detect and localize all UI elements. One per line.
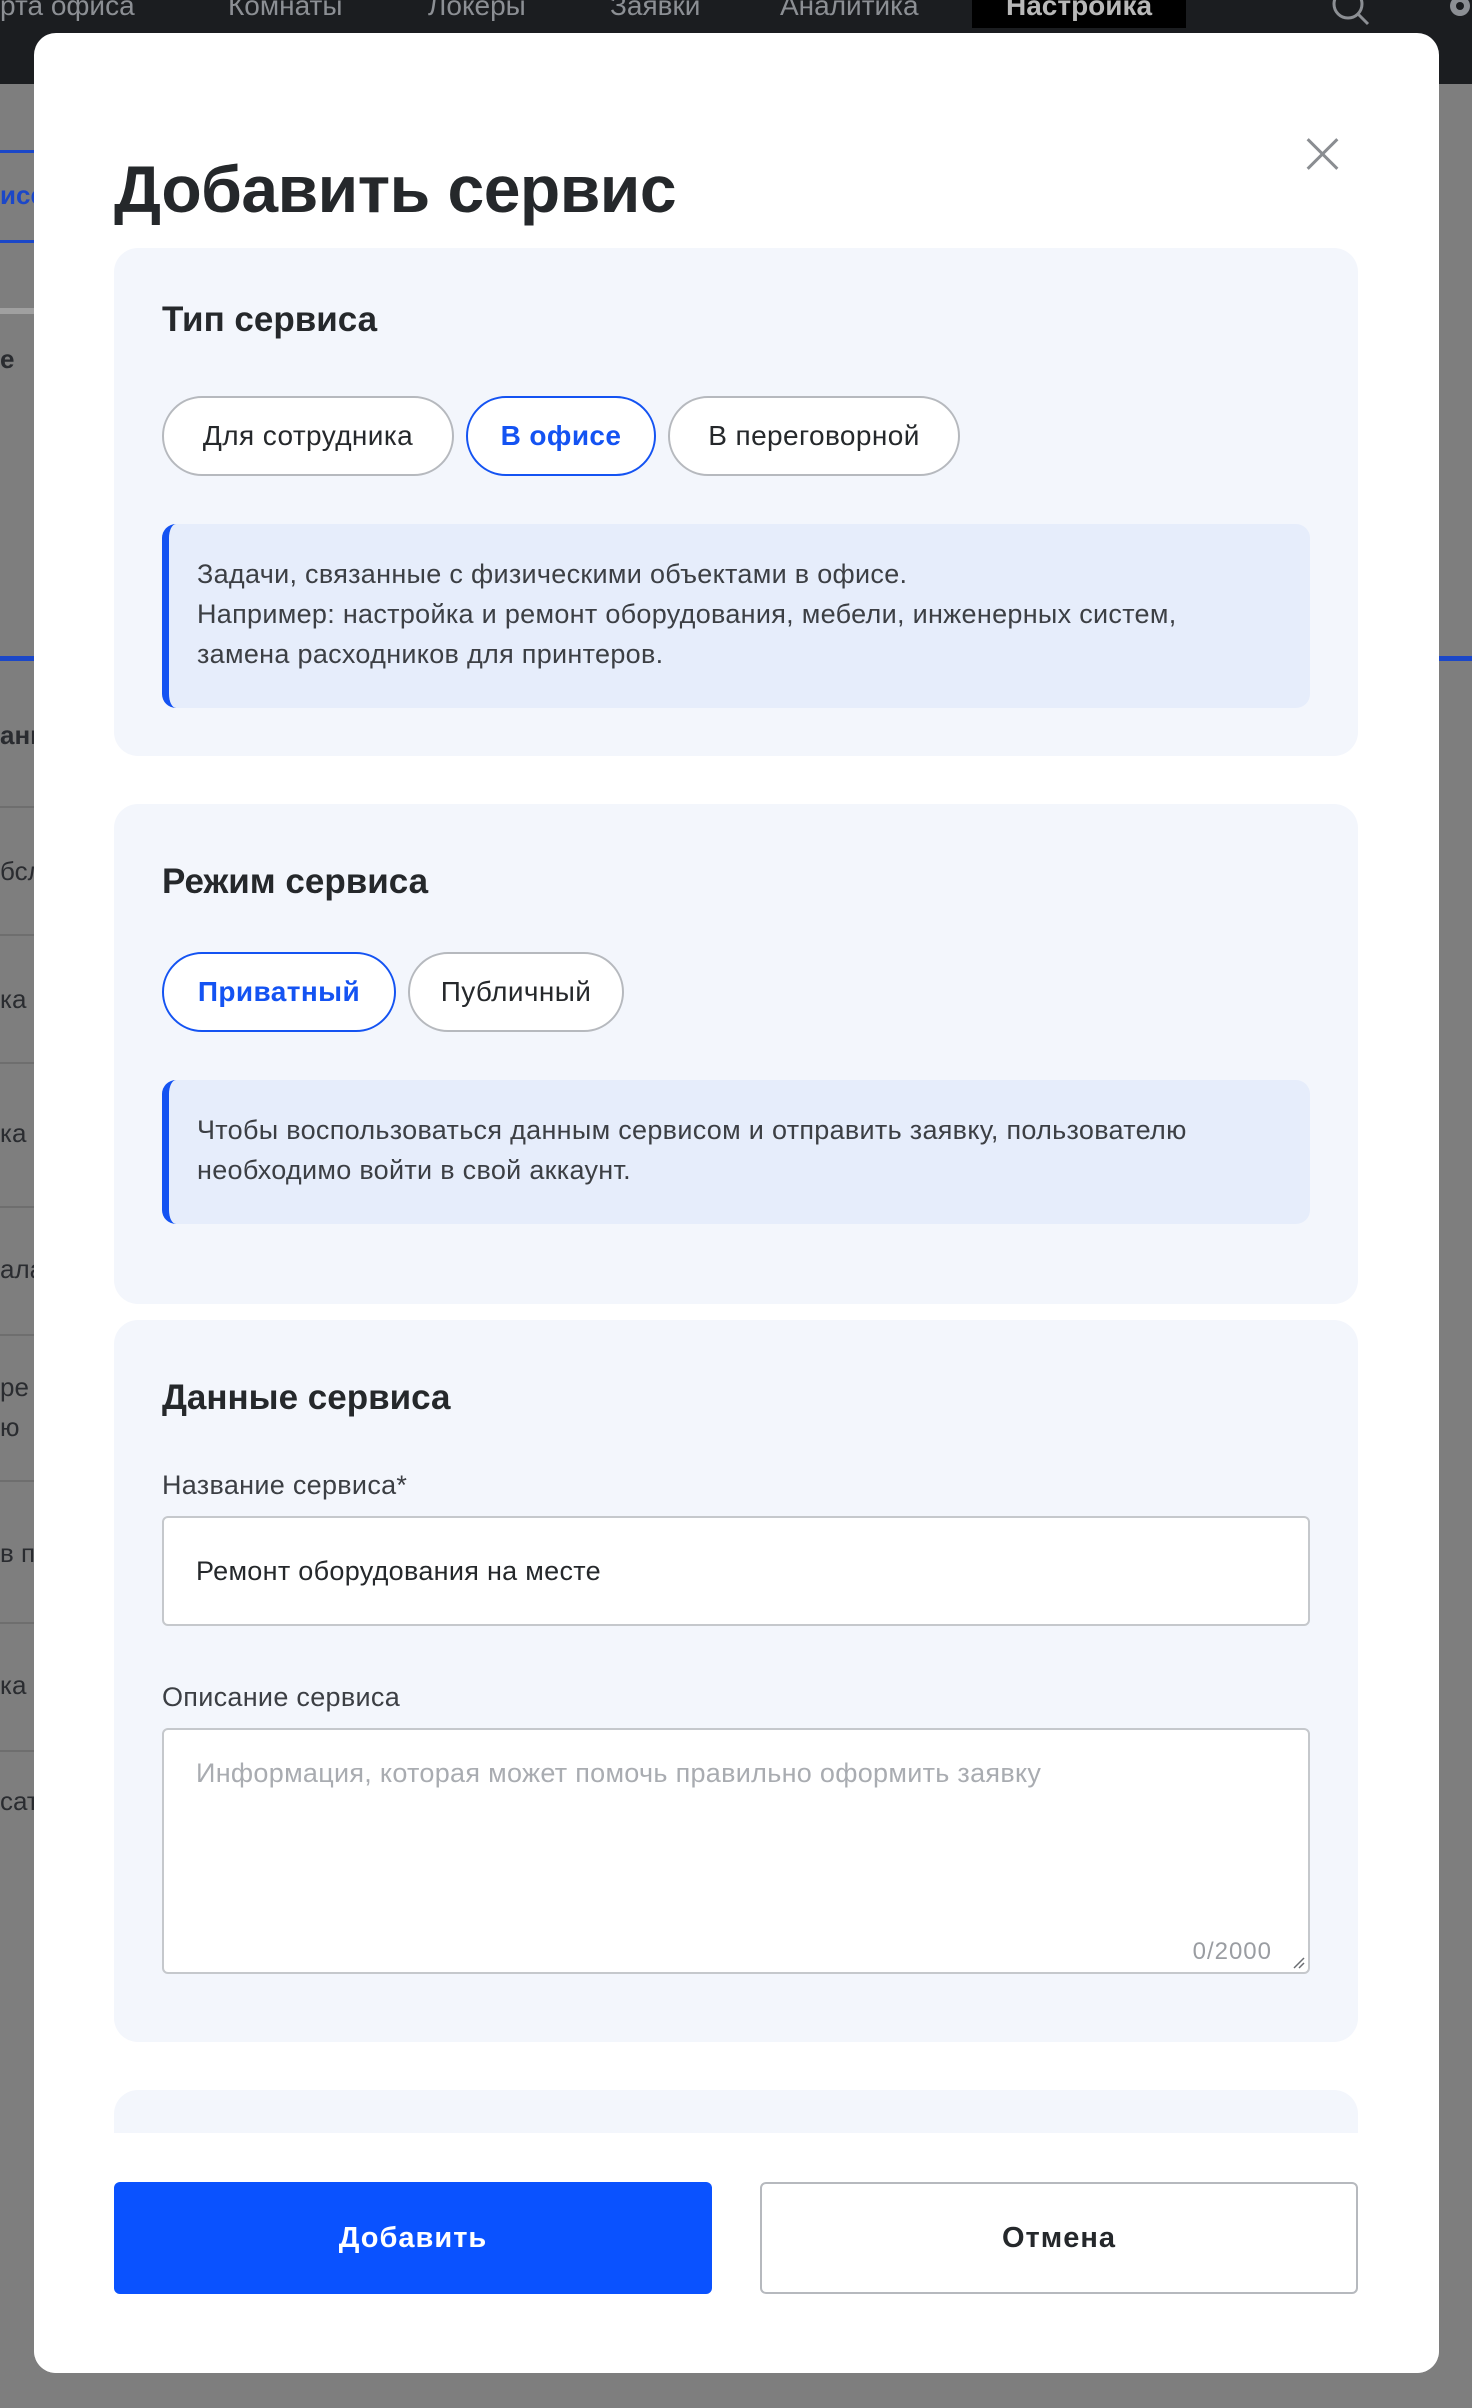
service-description-label: Описание сервиса <box>162 1682 401 1712</box>
add-button[interactable]: Добавить <box>114 2182 712 2294</box>
modal-title: Добавить сервис <box>114 152 677 226</box>
resize-handle-icon[interactable] <box>1290 1954 1306 1970</box>
character-counter: 0/2000 <box>1192 1938 1272 1965</box>
service-mode-option-public[interactable]: Публичный <box>408 952 624 1032</box>
background-row-divider <box>0 1334 34 1336</box>
background-row-divider <box>0 1750 34 1752</box>
modal-scroll-area[interactable]: Добавить сервис Тип сервиса Для сотрудни… <box>34 33 1439 2133</box>
info-line: Например: настройка и ремонт оборудовани… <box>197 599 1177 629</box>
background-blue-rule-left <box>0 656 34 661</box>
background-tab-indicator <box>0 150 34 153</box>
service-mode-option-private[interactable]: Приватный <box>162 952 396 1032</box>
cancel-button[interactable]: Отмена <box>760 2182 1358 2294</box>
background-row-text: ре <box>0 1372 29 1402</box>
background-row-divider <box>0 1062 34 1064</box>
add-service-modal: Добавить сервис Тип сервиса Для сотрудни… <box>34 33 1439 2373</box>
info-line: Чтобы воспользоваться данным сервисом и … <box>197 1115 1187 1145</box>
background-blue-rule-right <box>1439 656 1472 661</box>
service-type-option-employee[interactable]: Для сотрудника <box>162 396 454 476</box>
service-data-card: Данные сервиса Название сервиса* Описани… <box>114 1320 1358 2042</box>
service-mode-title: Режим сервиса <box>162 862 429 901</box>
nav-item-analytics[interactable]: Аналитика <box>780 0 919 20</box>
service-name-label: Название сервиса* <box>162 1470 408 1500</box>
search-icon[interactable] <box>1330 0 1370 26</box>
nav-item-rooms[interactable]: Комнаты <box>228 0 343 20</box>
close-icon[interactable] <box>1298 131 1348 181</box>
background-row-text: ка н <box>0 984 34 1014</box>
info-line: необходимо войти в свой аккаунт. <box>197 1155 631 1185</box>
service-type-option-office[interactable]: В офисе <box>466 396 656 476</box>
service-name-input[interactable] <box>162 1516 1310 1626</box>
info-line: Задачи, связанные с физическими объектам… <box>197 559 908 589</box>
service-description-input[interactable] <box>164 1730 1308 1972</box>
background-row-divider <box>0 806 34 808</box>
background-row-divider <box>0 1206 34 1208</box>
nav-item-office-map[interactable]: рта офиса <box>0 0 135 20</box>
service-data-title: Данные сервиса <box>162 1378 451 1417</box>
service-type-card: Тип сервиса Для сотрудника В офисе В пер… <box>114 248 1358 756</box>
background-row-text: сат <box>0 1786 34 1816</box>
background-table-header: анн <box>0 720 34 750</box>
service-type-title: Тип сервиса <box>162 300 378 339</box>
background-row-text: ала <box>0 1254 34 1284</box>
nav-item-settings[interactable]: Настройка <box>972 0 1187 28</box>
background-row-text: ю <box>0 1412 20 1442</box>
background-tab-underline <box>0 240 34 243</box>
background-row-text: бсл <box>0 856 34 886</box>
service-description-field: 0/2000 <box>162 1728 1310 1974</box>
next-section-card <box>114 2090 1358 2133</box>
background-row-divider <box>0 1622 34 1624</box>
service-mode-info: Чтобы воспользоваться данным сервисом и … <box>162 1080 1310 1224</box>
nav-item-lockers[interactable]: Локеры <box>428 0 526 20</box>
info-line: замена расходников для принтеров. <box>197 639 664 669</box>
background-row-text: в п <box>0 1538 34 1568</box>
settings-icon[interactable] <box>1440 0 1472 26</box>
background-row-divider <box>0 1480 34 1482</box>
nav-item-requests[interactable]: Заявки <box>610 0 700 20</box>
service-mode-card: Режим сервиса Приватный Публичный Чтобы … <box>114 804 1358 1304</box>
background-row-divider <box>0 934 34 936</box>
service-type-option-meeting-room[interactable]: В переговорной <box>668 396 960 476</box>
background-tab-label: исе <box>0 180 34 210</box>
background-divider <box>0 308 34 314</box>
background-row-text: ка н <box>0 1118 34 1148</box>
background-heading-fragment: е <box>0 344 15 374</box>
background-row-text: ка <box>0 1670 27 1700</box>
service-type-info: Задачи, связанные с физическими объектам… <box>162 524 1310 708</box>
